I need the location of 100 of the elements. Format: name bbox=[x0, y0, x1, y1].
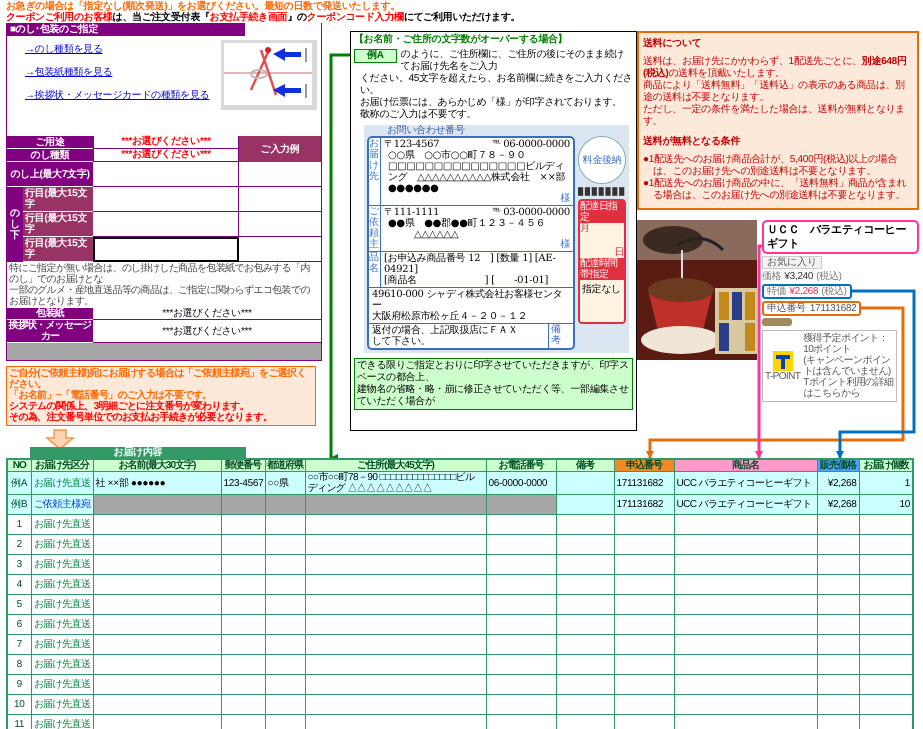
input-field[interactable] bbox=[93, 187, 239, 212]
table-cell[interactable] bbox=[305, 534, 486, 554]
table-cell[interactable] bbox=[817, 554, 859, 574]
table-cell[interactable]: お届け先直送 bbox=[31, 654, 93, 674]
table-cell[interactable] bbox=[93, 494, 221, 514]
table-cell[interactable] bbox=[817, 534, 859, 554]
table-cell[interactable] bbox=[305, 594, 486, 614]
table-cell[interactable] bbox=[486, 694, 556, 714]
table-cell[interactable]: UCC バラエティコーヒーギフト bbox=[674, 494, 817, 514]
table-cell[interactable] bbox=[674, 654, 817, 674]
table-cell[interactable]: 10 bbox=[859, 494, 913, 514]
table-cell[interactable]: お届け先直送 bbox=[31, 594, 93, 614]
table-cell[interactable] bbox=[817, 594, 859, 614]
table-cell[interactable]: お届け先直送 bbox=[31, 694, 93, 714]
input-field[interactable] bbox=[93, 237, 239, 262]
table-cell[interactable]: お届け先直送 bbox=[31, 674, 93, 694]
table-cell[interactable] bbox=[614, 634, 674, 654]
table-cell[interactable] bbox=[556, 574, 614, 594]
table-cell[interactable] bbox=[817, 634, 859, 654]
table-cell[interactable] bbox=[93, 654, 221, 674]
table-cell[interactable] bbox=[93, 574, 221, 594]
table-cell[interactable] bbox=[674, 634, 817, 654]
link[interactable]: →包装紙種類を見る bbox=[25, 67, 210, 78]
table-cell[interactable]: 171131682 bbox=[614, 494, 674, 514]
table-cell[interactable] bbox=[614, 574, 674, 594]
table-cell[interactable] bbox=[221, 634, 265, 654]
table-cell[interactable] bbox=[614, 614, 674, 634]
table-cell[interactable] bbox=[221, 694, 265, 714]
table-cell[interactable] bbox=[614, 654, 674, 674]
table-cell[interactable]: 社 ××部 ●●●●●● bbox=[93, 472, 221, 494]
table-cell[interactable] bbox=[674, 614, 817, 634]
table-cell[interactable] bbox=[305, 554, 486, 574]
input-field[interactable] bbox=[93, 212, 239, 237]
table-cell[interactable]: お届け先直送 bbox=[31, 634, 93, 654]
table-cell[interactable] bbox=[221, 674, 265, 694]
table-cell[interactable] bbox=[486, 614, 556, 634]
table-cell[interactable]: ¥2,268 bbox=[817, 494, 859, 514]
table-cell[interactable] bbox=[556, 472, 614, 494]
table-cell[interactable]: ご依頼主様宛 bbox=[31, 494, 93, 514]
table-cell[interactable] bbox=[486, 594, 556, 614]
table-cell[interactable]: お届け先直送 bbox=[31, 554, 93, 574]
table-cell[interactable] bbox=[221, 554, 265, 574]
table-cell[interactable] bbox=[486, 534, 556, 554]
table-cell[interactable] bbox=[221, 494, 265, 514]
table-cell[interactable] bbox=[305, 494, 486, 514]
table-cell[interactable] bbox=[265, 634, 305, 654]
select-field[interactable]: ***お選びください*** bbox=[93, 308, 321, 320]
table-cell[interactable] bbox=[674, 534, 817, 554]
table-cell[interactable] bbox=[817, 674, 859, 694]
table-cell[interactable] bbox=[556, 634, 614, 654]
table-cell[interactable]: お届け先直送 bbox=[31, 614, 93, 634]
table-cell[interactable] bbox=[614, 534, 674, 554]
table-cell[interactable] bbox=[556, 534, 614, 554]
table-cell[interactable] bbox=[265, 614, 305, 634]
table-cell[interactable] bbox=[556, 614, 614, 634]
table-cell[interactable] bbox=[305, 574, 486, 594]
table-cell[interactable] bbox=[305, 614, 486, 634]
table-cell[interactable]: ○○県 bbox=[265, 472, 305, 494]
favorite-button[interactable]: お気に入り bbox=[762, 256, 822, 269]
table-cell[interactable]: 123-4567 bbox=[221, 472, 265, 494]
table-cell[interactable] bbox=[556, 694, 614, 714]
table-cell[interactable] bbox=[556, 494, 614, 514]
table-cell[interactable] bbox=[221, 614, 265, 634]
table-cell[interactable] bbox=[93, 614, 221, 634]
table-cell[interactable] bbox=[305, 654, 486, 674]
table-cell[interactable] bbox=[486, 654, 556, 674]
table-cell[interactable] bbox=[674, 514, 817, 534]
table-cell[interactable] bbox=[93, 674, 221, 694]
table-cell[interactable] bbox=[817, 574, 859, 594]
table-cell[interactable] bbox=[221, 594, 265, 614]
table-cell[interactable] bbox=[674, 574, 817, 594]
table-cell[interactable] bbox=[305, 694, 486, 714]
table-cell[interactable] bbox=[556, 594, 614, 614]
table-cell[interactable] bbox=[93, 594, 221, 614]
select-field[interactable]: ***お選びください*** bbox=[93, 136, 239, 149]
table-cell[interactable] bbox=[93, 554, 221, 574]
table-cell[interactable]: 06-0000-0000 bbox=[486, 472, 556, 494]
input-field[interactable] bbox=[93, 162, 239, 187]
table-cell[interactable] bbox=[556, 514, 614, 534]
table-cell[interactable] bbox=[486, 514, 556, 534]
table-cell[interactable] bbox=[614, 514, 674, 534]
table-cell[interactable] bbox=[486, 554, 556, 574]
table-cell[interactable] bbox=[817, 614, 859, 634]
table-cell[interactable] bbox=[265, 654, 305, 674]
table-cell[interactable] bbox=[221, 514, 265, 534]
table-cell[interactable]: 171131682 bbox=[614, 472, 674, 494]
table-cell[interactable] bbox=[486, 494, 556, 514]
table-cell[interactable] bbox=[265, 534, 305, 554]
table-cell[interactable] bbox=[265, 594, 305, 614]
link[interactable]: →挨拶状・メッセージカードの種類を見る bbox=[25, 90, 210, 101]
table-cell[interactable] bbox=[817, 514, 859, 534]
table-cell[interactable] bbox=[265, 514, 305, 534]
table-cell[interactable] bbox=[674, 674, 817, 694]
table-cell[interactable] bbox=[486, 634, 556, 654]
table-cell[interactable] bbox=[265, 574, 305, 594]
table-cell[interactable] bbox=[305, 634, 486, 654]
table-cell[interactable] bbox=[486, 574, 556, 594]
table-cell[interactable] bbox=[614, 694, 674, 714]
table-cell[interactable]: お届け先直送 bbox=[31, 534, 93, 554]
table-cell[interactable]: お届け先直送 bbox=[31, 574, 93, 594]
